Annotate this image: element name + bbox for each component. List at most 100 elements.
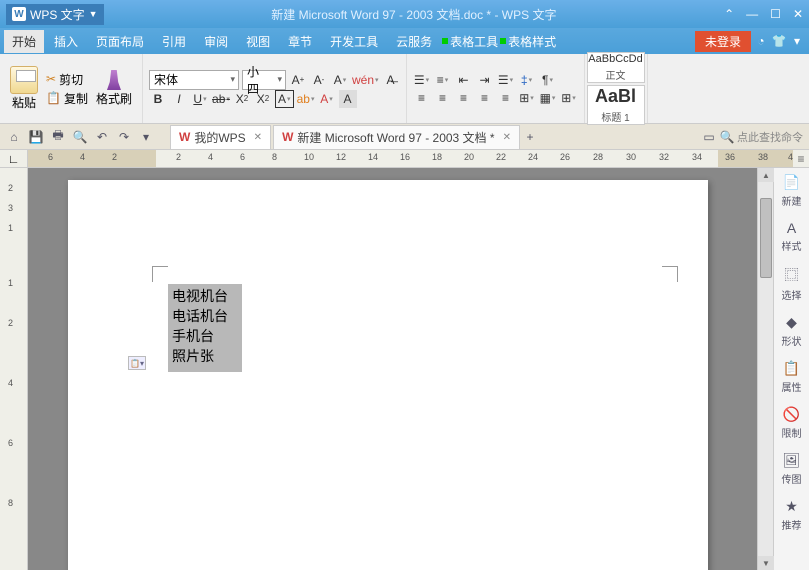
align-left-button[interactable]: ≡: [413, 89, 431, 107]
skin-icon[interactable]: ◔: [753, 34, 769, 48]
decrease-indent-button[interactable]: ⇤: [455, 71, 473, 89]
bullets-button[interactable]: ☰: [413, 71, 431, 89]
increase-indent-button[interactable]: ⇥: [476, 71, 494, 89]
shading-button[interactable]: ▦: [539, 89, 557, 107]
redo-icon[interactable]: ↷: [116, 129, 132, 145]
ruler-tick: 24: [528, 152, 538, 162]
tab-mywps[interactable]: W 我的WPS ✕: [170, 125, 271, 149]
grow-font-button[interactable]: A+: [289, 71, 307, 89]
side-new[interactable]: 📄新建: [782, 174, 802, 208]
italic-button[interactable]: I: [170, 90, 188, 108]
tab-cloud[interactable]: 云服务: [388, 30, 440, 53]
borders-button[interactable]: ⊞: [560, 89, 578, 107]
side-select[interactable]: ⿴选择: [782, 265, 802, 302]
tshirt-icon[interactable]: 👕: [771, 34, 787, 48]
font-color-button[interactable]: A: [318, 90, 336, 108]
font-size-combo[interactable]: 小四: [242, 70, 286, 90]
tab-view[interactable]: 视图: [238, 30, 278, 53]
style-heading1[interactable]: AaBl 标题 1: [587, 85, 645, 125]
tab-devtools[interactable]: 开发工具: [322, 30, 386, 53]
change-case-button[interactable]: A: [331, 71, 349, 89]
home-icon[interactable]: ⌂: [6, 129, 22, 145]
shrink-font-button[interactable]: A-: [310, 71, 328, 89]
tab-table-tools[interactable]: 表格工具: [442, 33, 498, 50]
tab-reference[interactable]: 引用: [154, 30, 194, 53]
ruler-end-icon[interactable]: ≡: [793, 150, 809, 167]
print-preview-icon[interactable]: 🔍: [72, 129, 88, 145]
margin-corner-icon: [662, 266, 678, 282]
side-recommend[interactable]: ★推荐: [782, 498, 802, 532]
tab-document[interactable]: W 新建 Microsoft Word 97 - 2003 文档 * ✕: [273, 125, 520, 149]
highlight-button[interactable]: ab: [297, 90, 315, 108]
save-icon[interactable]: 💾: [28, 129, 44, 145]
close-tab-icon[interactable]: ✕: [254, 132, 262, 143]
cut-button[interactable]: ✂剪切: [46, 71, 88, 88]
side-props[interactable]: 📋属性: [782, 360, 802, 394]
command-search[interactable]: 点此查找命令: [737, 129, 803, 145]
page-area[interactable]: 电视机台 电话机台 手机台 照片张 📋▾: [28, 168, 757, 570]
search-icon[interactable]: 🔍: [719, 129, 735, 145]
scroll-down-icon[interactable]: ▼: [758, 556, 774, 570]
char-border-button[interactable]: A: [275, 90, 294, 108]
align-distribute-button[interactable]: ≡: [497, 89, 515, 107]
ruler-vertical[interactable]: 23112468: [0, 168, 28, 570]
tab-pagelayout[interactable]: 页面布局: [88, 30, 152, 53]
scrollbar-vertical[interactable]: ▲ ▼: [757, 168, 773, 570]
show-marks-button[interactable]: ¶: [539, 71, 557, 89]
tab-insert[interactable]: 插入: [46, 30, 86, 53]
login-button[interactable]: 未登录: [695, 31, 751, 52]
close-tab-icon[interactable]: ✕: [503, 132, 511, 143]
strike-button[interactable]: ab: [212, 90, 230, 108]
help-caret-icon[interactable]: ▾: [789, 34, 805, 48]
app-menu-caret[interactable]: ▼: [89, 9, 98, 19]
close-icon[interactable]: ✕: [793, 7, 803, 21]
font-name-combo[interactable]: 宋体: [149, 70, 239, 90]
align-justify-button[interactable]: ≡: [476, 89, 494, 107]
side-restrict[interactable]: 🚫限制: [782, 406, 802, 440]
side-shape[interactable]: ◆形状: [782, 314, 802, 348]
ruler-tick: 2: [112, 152, 117, 162]
ribbon-min-icon[interactable]: ⌃: [724, 7, 734, 21]
undo-icon[interactable]: ↶: [94, 129, 110, 145]
maximize-icon[interactable]: ☐: [770, 7, 781, 21]
align-center-button[interactable]: ≡: [434, 89, 452, 107]
copy-button[interactable]: 📋复制: [46, 90, 88, 107]
ruler-tick: 18: [432, 152, 442, 162]
char-shading-button[interactable]: A: [339, 90, 357, 108]
print-icon[interactable]: 🖶: [50, 129, 66, 145]
scroll-up-icon[interactable]: ▲: [758, 168, 774, 182]
tab-stops-button[interactable]: ⊞: [518, 89, 536, 107]
phonetic-guide-button[interactable]: wén: [352, 71, 379, 89]
tab-review[interactable]: 审阅: [196, 30, 236, 53]
side-upload[interactable]: 🖼传图: [782, 452, 802, 486]
clipboard-group: 粘贴 ✂剪切 📋复制 格式刷: [0, 54, 143, 123]
ruler-tick: 28: [593, 152, 603, 162]
tab-table-style[interactable]: 表格样式: [500, 33, 556, 50]
tab-start[interactable]: 开始: [4, 30, 44, 53]
paragraph-group: ☰ ≡ ⇤ ⇥ ☰ ‡ ¶ ≡ ≡ ≡ ≡ ≡ ⊞ ▦ ⊞: [407, 54, 585, 123]
line-spacing-button[interactable]: ‡: [518, 71, 536, 89]
minimize-icon[interactable]: —: [746, 7, 758, 21]
qat-more-icon[interactable]: ▾: [138, 129, 154, 145]
new-tab-button[interactable]: +: [522, 129, 538, 145]
tab-chapter[interactable]: 章节: [280, 30, 320, 53]
side-styles[interactable]: A样式: [782, 220, 802, 253]
paste-options-icon[interactable]: 📋▾: [128, 356, 146, 370]
ruler-horizontal[interactable]: ∟ 64224681012141618202224262830323436384…: [0, 150, 809, 168]
star-icon: ★: [785, 498, 798, 515]
clear-format-button[interactable]: A̶: [382, 71, 400, 89]
tab-selector[interactable]: ∟: [0, 150, 28, 168]
text-direction-button[interactable]: ☰: [497, 71, 515, 89]
page[interactable]: 电视机台 电话机台 手机台 照片张 📋▾: [68, 180, 708, 570]
format-painter-button[interactable]: 格式刷: [92, 68, 136, 109]
scroll-thumb[interactable]: [760, 198, 772, 278]
numbering-button[interactable]: ≡: [434, 71, 452, 89]
bold-button[interactable]: B: [149, 90, 167, 108]
window-controls: ⌃ — ☐ ✕: [724, 7, 803, 21]
align-right-button[interactable]: ≡: [455, 89, 473, 107]
style-normal[interactable]: AaBbCcDd 正文: [587, 52, 645, 83]
underline-button[interactable]: U: [191, 90, 209, 108]
selected-text[interactable]: 电视机台 电话机台 手机台 照片张: [168, 284, 242, 372]
paste-button[interactable]: 粘贴: [6, 64, 42, 113]
tablist-icon[interactable]: ▭: [701, 129, 717, 145]
